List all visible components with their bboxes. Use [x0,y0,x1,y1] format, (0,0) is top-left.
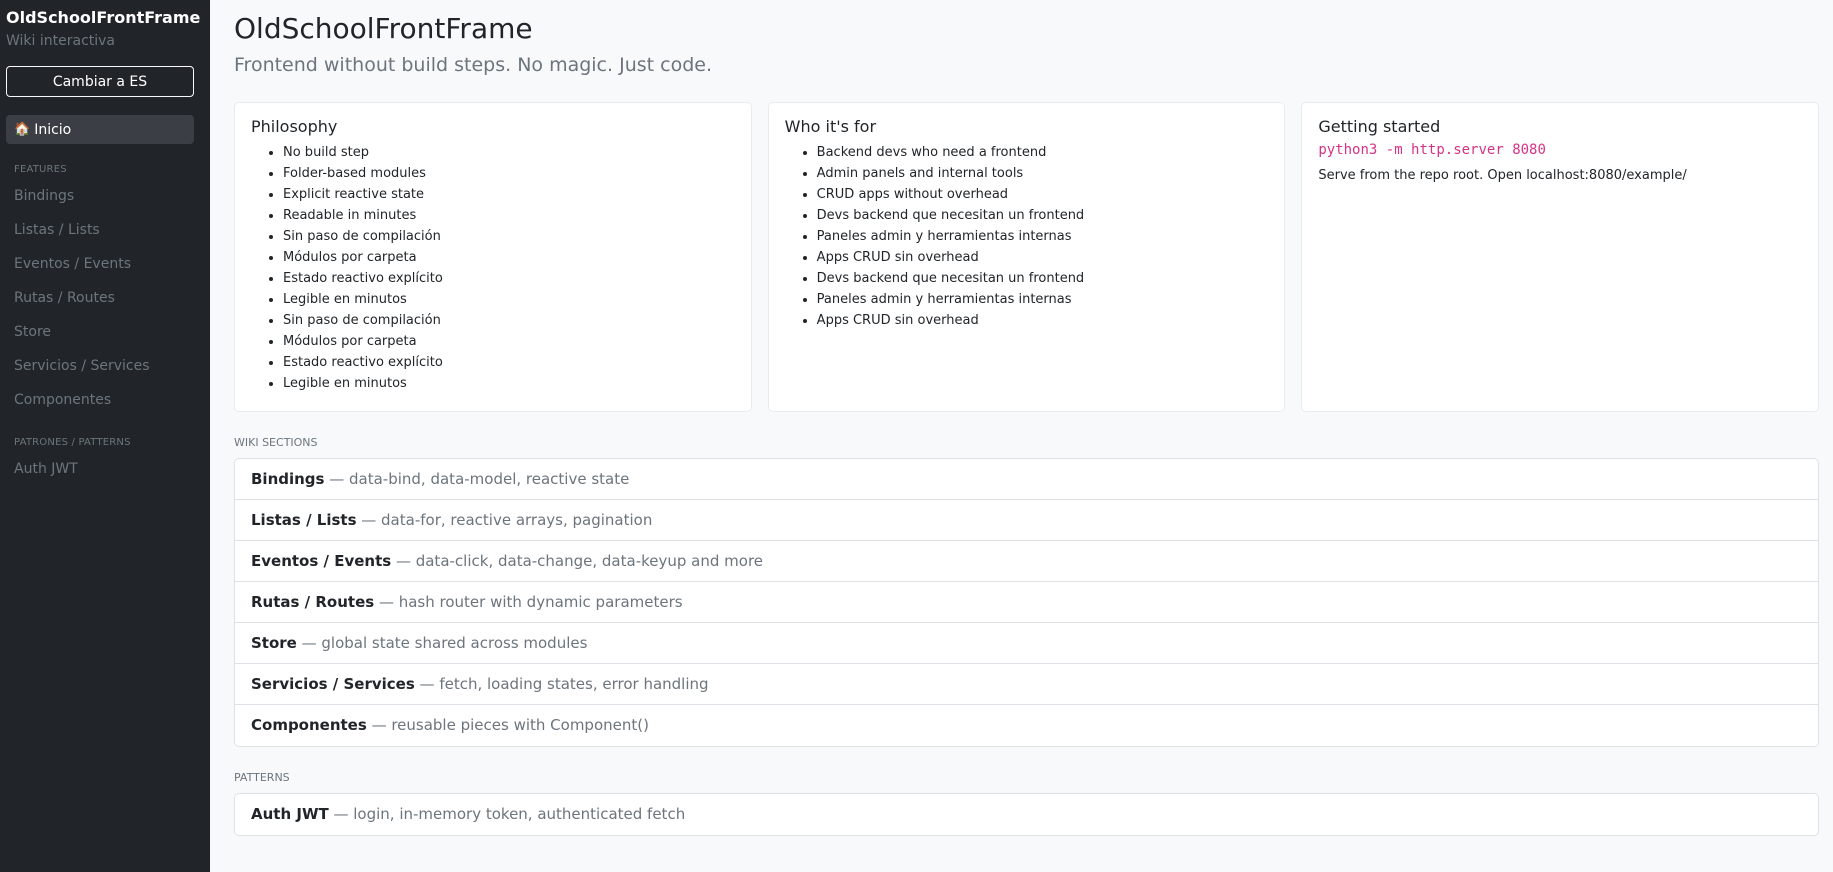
wiki-section-routes[interactable]: Rutas / Routes — hash router with dynami… [235,582,1818,623]
main-content: OldSchoolFrontFrame Frontend without bui… [210,0,1833,872]
code-snippet: python3 -m http.server 8080 [1318,142,1546,158]
list-item: Devs backend que necesitan un frontend [817,205,1269,226]
list-item: Estado reactivo explícito [283,352,735,373]
sidebar-item-events[interactable]: Eventos / Events [6,247,204,281]
section-desc: — data-bind, data-model, reactive state [324,470,630,488]
sidebar-item-components[interactable]: Componentes [6,383,204,417]
list-item: Legible en minutos [283,289,735,310]
section-name: Store [251,634,297,652]
wiki-section-components[interactable]: Componentes — reusable pieces with Compo… [235,705,1818,746]
audience-card: Who it's for Backend devs who need a fro… [767,102,1286,412]
getting-started-text: Serve from the repo root. Open localhost… [1318,168,1687,183]
list-item: Módulos por carpeta [283,331,735,352]
list-item: Paneles admin y herramientas internas [817,289,1269,310]
list-item: Devs backend que necesitan un frontend [817,268,1269,289]
list-item: Apps CRUD sin overhead [817,247,1269,268]
card-title: Getting started [1318,117,1441,136]
list-item: Módulos por carpeta [283,247,735,268]
section-name: Listas / Lists [251,511,357,529]
wiki-sections-list: Bindings — data-bind, data-model, reacti… [234,458,1819,747]
brand-subtitle: Wiki interactiva [6,33,116,49]
brand-title[interactable]: OldSchoolFrontFrame [6,6,204,27]
pattern-auth-jwt[interactable]: Auth JWT — login, in-memory token, authe… [235,794,1818,835]
sidebar-item-lists[interactable]: Listas / Lists [6,213,204,247]
sidebar-item-routes[interactable]: Rutas / Routes [6,281,204,315]
wiki-section-lists[interactable]: Listas / Lists — data-for, reactive arra… [235,500,1818,541]
page-title: OldSchoolFrontFrame [234,12,533,45]
philosophy-card: Philosophy No build step Folder-based mo… [234,102,752,412]
section-desc: — data-for, reactive arrays, pagination [356,511,653,529]
sidebar-item-label: Inicio [34,121,72,138]
house-icon: 🏠 [14,122,31,137]
wiki-sections-heading: WIKI SECTIONS [234,436,318,449]
section-name: Componentes [251,716,367,734]
sidebar: OldSchoolFrontFrame Wiki interactiva Cam… [0,0,210,872]
sidebar-item-auth-jwt[interactable]: Auth JWT [6,452,204,486]
card-title: Philosophy [251,117,338,136]
section-desc: — global state shared across modules [296,634,588,652]
list-item: Explicit reactive state [283,184,735,205]
patterns-heading: PATTERNS [234,771,290,784]
list-item: No build step [283,142,735,163]
getting-started-card: Getting started python3 -m http.server 8… [1301,102,1820,412]
wiki-section-events[interactable]: Eventos / Events — data-click, data-chan… [235,541,1818,582]
intro-cards: Philosophy No build step Folder-based mo… [234,102,1820,412]
sidebar-item-bindings[interactable]: Bindings [6,179,204,213]
section-name: Rutas / Routes [251,593,375,611]
section-name: Bindings [251,470,325,488]
list-item: Paneles admin y herramientas internas [817,226,1269,247]
wiki-section-store[interactable]: Store — global state shared across modul… [235,623,1818,664]
philosophy-list: No build step Folder-based modules Expli… [251,142,735,394]
section-desc: — login, in-memory token, authenticated … [328,805,686,823]
section-desc: — data-click, data-change, data-keyup an… [391,552,764,570]
list-item: Legible en minutos [283,373,735,394]
list-item: CRUD apps without overhead [817,184,1269,205]
list-item: Backend devs who need a frontend [817,142,1269,163]
list-item: Estado reactivo explícito [283,268,735,289]
section-name: Servicios / Services [251,675,415,693]
card-title: Who it's for [784,117,877,136]
section-name: Auth JWT [251,805,329,823]
nav-heading-patterns: PATRONES / PATTERNS [14,437,131,448]
section-desc: — hash router with dynamic parameters [374,593,683,611]
patterns-list: Auth JWT — login, in-memory token, authe… [234,793,1819,836]
language-toggle-button[interactable]: Cambiar a ES [6,66,194,97]
wiki-section-services[interactable]: Servicios / Services — fetch, loading st… [235,664,1818,705]
wiki-section-bindings[interactable]: Bindings — data-bind, data-model, reacti… [235,459,1818,500]
list-item: Sin paso de compilación [283,226,735,247]
list-item: Admin panels and internal tools [817,163,1269,184]
list-item: Folder-based modules [283,163,735,184]
section-name: Eventos / Events [251,552,392,570]
audience-list: Backend devs who need a frontend Admin p… [785,142,1269,331]
sidebar-item-services[interactable]: Servicios / Services [6,349,204,383]
sidebar-item-store[interactable]: Store [6,315,204,349]
section-desc: — fetch, loading states, error handling [414,675,709,693]
sidebar-item-home[interactable]: 🏠 Inicio [6,115,194,144]
nav-heading-features: FEATURES [14,164,67,175]
page-lead: Frontend without build steps. No magic. … [234,54,712,76]
list-item: Apps CRUD sin overhead [817,310,1269,331]
section-desc: — reusable pieces with Component() [366,716,649,734]
list-item: Readable in minutes [283,205,735,226]
list-item: Sin paso de compilación [283,310,735,331]
